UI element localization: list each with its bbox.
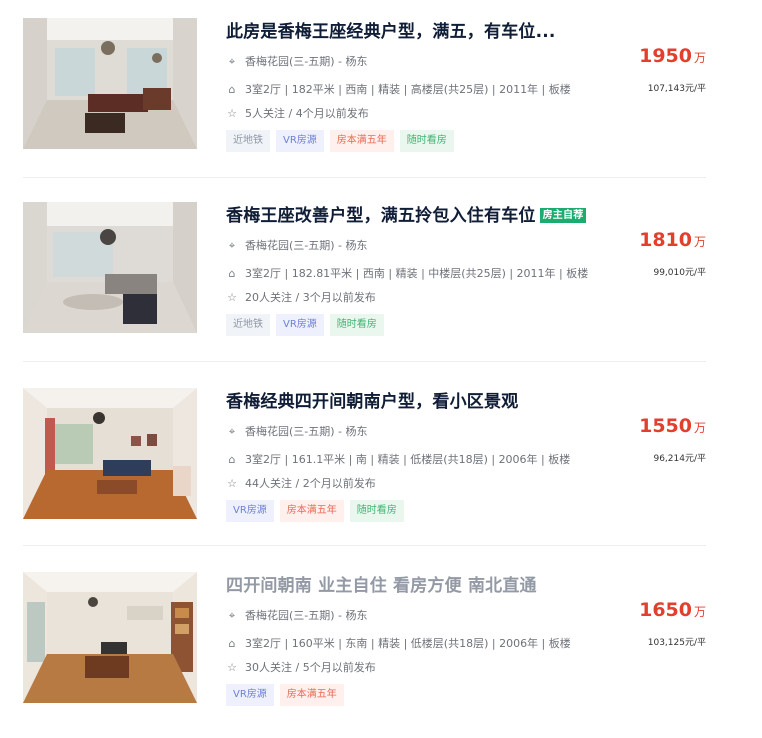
- follow-text: 5人关注 / 4个月以前发布: [245, 107, 369, 120]
- address-text[interactable]: 香梅花园(三-五期) - 杨东: [245, 239, 368, 252]
- tag-list: 近地铁 VR房源 随时看房: [226, 312, 390, 336]
- total-price: 1950 万: [639, 45, 706, 67]
- divider: [23, 361, 706, 362]
- tag-near-subway: 近地铁: [226, 130, 270, 152]
- listing-address[interactable]: ⌖ 香梅花园(三-五期) - 杨东: [226, 607, 368, 623]
- tag-anytime-viewing: 随时看房: [399, 130, 454, 152]
- listing-follow: ☆ 30人关注 / 5个月以前发布: [226, 659, 376, 675]
- tag-five-years: 房本满五年: [329, 130, 394, 152]
- owner-recommend-badge: 房主自荐: [539, 208, 587, 223]
- listing-title-text[interactable]: 四开间朝南 业主自住 看房方便 南北直通: [226, 576, 537, 596]
- location-pin-icon: ⌖: [228, 55, 236, 68]
- total-price: 1650 万: [639, 599, 706, 621]
- star-icon: ☆: [227, 291, 237, 304]
- tag-five-years: 房本满五年: [279, 500, 344, 522]
- tag-list: VR房源 房本满五年 随时看房: [226, 498, 410, 522]
- price-value: 1550: [639, 415, 692, 437]
- listing-photo[interactable]: [23, 388, 197, 519]
- address-text[interactable]: 香梅花园(三-五期) - 杨东: [245, 609, 368, 622]
- tag-list: VR房源 房本满五年: [226, 682, 350, 706]
- follow-text: 20人关注 / 3个月以前发布: [245, 291, 376, 304]
- follow-text: 30人关注 / 5个月以前发布: [245, 661, 376, 674]
- tag-near-subway: 近地铁: [226, 314, 270, 336]
- price-value: 1650: [639, 599, 692, 621]
- listing-title-text[interactable]: 香梅经典四开间朝南户型，看小区景观: [226, 392, 518, 412]
- listing-follow: ☆ 20人关注 / 3个月以前发布: [226, 289, 376, 305]
- listing-card[interactable]: 四开间朝南 业主自住 看房方便 南北直通 ⌖ 香梅花园(三-五期) - 杨东 ⌂ 3…: [0, 554, 762, 738]
- tag-vr: VR房源: [226, 500, 274, 522]
- listing-address[interactable]: ⌖ 香梅花园(三-五期) - 杨东: [226, 237, 368, 253]
- unit-price: 99,010元/平: [653, 268, 706, 278]
- info-text: 3室2厅 | 160平米 | 东南 | 精装 | 低楼层(共18层) | 200…: [245, 637, 571, 650]
- total-price: 1810 万: [639, 229, 706, 251]
- listing-info: ⌂ 3室2厅 | 161.1平米 | 南 | 精装 | 低楼层(共18层) | 2…: [226, 451, 571, 467]
- divider: [23, 545, 706, 546]
- location-pin-icon: ⌖: [228, 239, 236, 252]
- house-icon: ⌂: [228, 83, 236, 96]
- listing-photo[interactable]: [23, 202, 197, 333]
- star-icon: ☆: [227, 661, 237, 674]
- price-value: 1810: [639, 229, 692, 251]
- listing-card[interactable]: 此房是香梅王座经典户型，满五，有车位... ⌖ 香梅花园(三-五期) - 杨东 ⌂…: [0, 0, 762, 184]
- listing-follow: ☆ 5人关注 / 4个月以前发布: [226, 105, 369, 121]
- follow-text: 44人关注 / 2个月以前发布: [245, 477, 376, 490]
- listing-title[interactable]: 四开间朝南 业主自住 看房方便 南北直通: [226, 571, 537, 596]
- listing-title[interactable]: 香梅王座改善户型，满五拎包入住有车位 房主自荐: [226, 201, 587, 226]
- house-icon: ⌂: [228, 453, 236, 466]
- address-text[interactable]: 香梅花园(三-五期) - 杨东: [245, 55, 368, 68]
- tag-anytime-viewing: 随时看房: [349, 500, 404, 522]
- tag-vr: VR房源: [276, 130, 324, 152]
- listing-info: ⌂ 3室2厅 | 160平米 | 东南 | 精装 | 低楼层(共18层) | 20…: [226, 635, 571, 651]
- listing-card[interactable]: 香梅经典四开间朝南户型，看小区景观 ⌖ 香梅花园(三-五期) - 杨东 ⌂ 3室2厅…: [0, 370, 762, 554]
- listing-address[interactable]: ⌖ 香梅花园(三-五期) - 杨东: [226, 53, 368, 69]
- listing-info: ⌂ 3室2厅 | 182.81平米 | 西南 | 精装 | 中楼层(共25层) |…: [226, 265, 589, 281]
- tag-five-years: 房本满五年: [279, 684, 344, 706]
- listing-follow: ☆ 44人关注 / 2个月以前发布: [226, 475, 376, 491]
- star-icon: ☆: [227, 477, 237, 490]
- tag-list: 近地铁 VR房源 房本满五年 随时看房: [226, 128, 460, 152]
- listing-photo[interactable]: [23, 18, 197, 149]
- listing-title[interactable]: 此房是香梅王座经典户型，满五，有车位...: [226, 17, 556, 42]
- listing-photo[interactable]: [23, 572, 197, 703]
- price-unit: 万: [693, 235, 706, 249]
- price-unit: 万: [693, 605, 706, 619]
- tag-vr: VR房源: [226, 684, 274, 706]
- unit-price: 107,143元/平: [647, 84, 706, 94]
- listing-title[interactable]: 香梅经典四开间朝南户型，看小区景观: [226, 387, 518, 412]
- listing-info: ⌂ 3室2厅 | 182平米 | 西南 | 精装 | 高楼层(共25层) | 20…: [226, 81, 571, 97]
- location-pin-icon: ⌖: [228, 609, 236, 622]
- listing-title-text[interactable]: 此房是香梅王座经典户型，满五，有车位...: [226, 22, 556, 42]
- tag-anytime-viewing: 随时看房: [329, 314, 384, 336]
- address-text[interactable]: 香梅花园(三-五期) - 杨东: [245, 425, 368, 438]
- price-value: 1950: [639, 45, 692, 67]
- house-icon: ⌂: [228, 267, 236, 280]
- listing-card[interactable]: 香梅王座改善户型，满五拎包入住有车位 房主自荐 ⌖ 香梅花园(三-五期) - 杨东 …: [0, 184, 762, 368]
- divider: [23, 177, 706, 178]
- price-unit: 万: [693, 51, 706, 65]
- house-icon: ⌂: [228, 637, 236, 650]
- unit-price: 103,125元/平: [647, 638, 706, 648]
- unit-price: 96,214元/平: [653, 454, 706, 464]
- info-text: 3室2厅 | 161.1平米 | 南 | 精装 | 低楼层(共18层) | 20…: [245, 453, 571, 466]
- star-icon: ☆: [227, 107, 237, 120]
- info-text: 3室2厅 | 182.81平米 | 西南 | 精装 | 中楼层(共25层) | …: [245, 267, 589, 280]
- listing-address[interactable]: ⌖ 香梅花园(三-五期) - 杨东: [226, 423, 368, 439]
- info-text: 3室2厅 | 182平米 | 西南 | 精装 | 高楼层(共25层) | 201…: [245, 83, 571, 96]
- total-price: 1550 万: [639, 415, 706, 437]
- tag-vr: VR房源: [276, 314, 324, 336]
- location-pin-icon: ⌖: [228, 425, 236, 438]
- price-unit: 万: [693, 421, 706, 435]
- listing-title-text[interactable]: 香梅王座改善户型，满五拎包入住有车位: [226, 206, 536, 226]
